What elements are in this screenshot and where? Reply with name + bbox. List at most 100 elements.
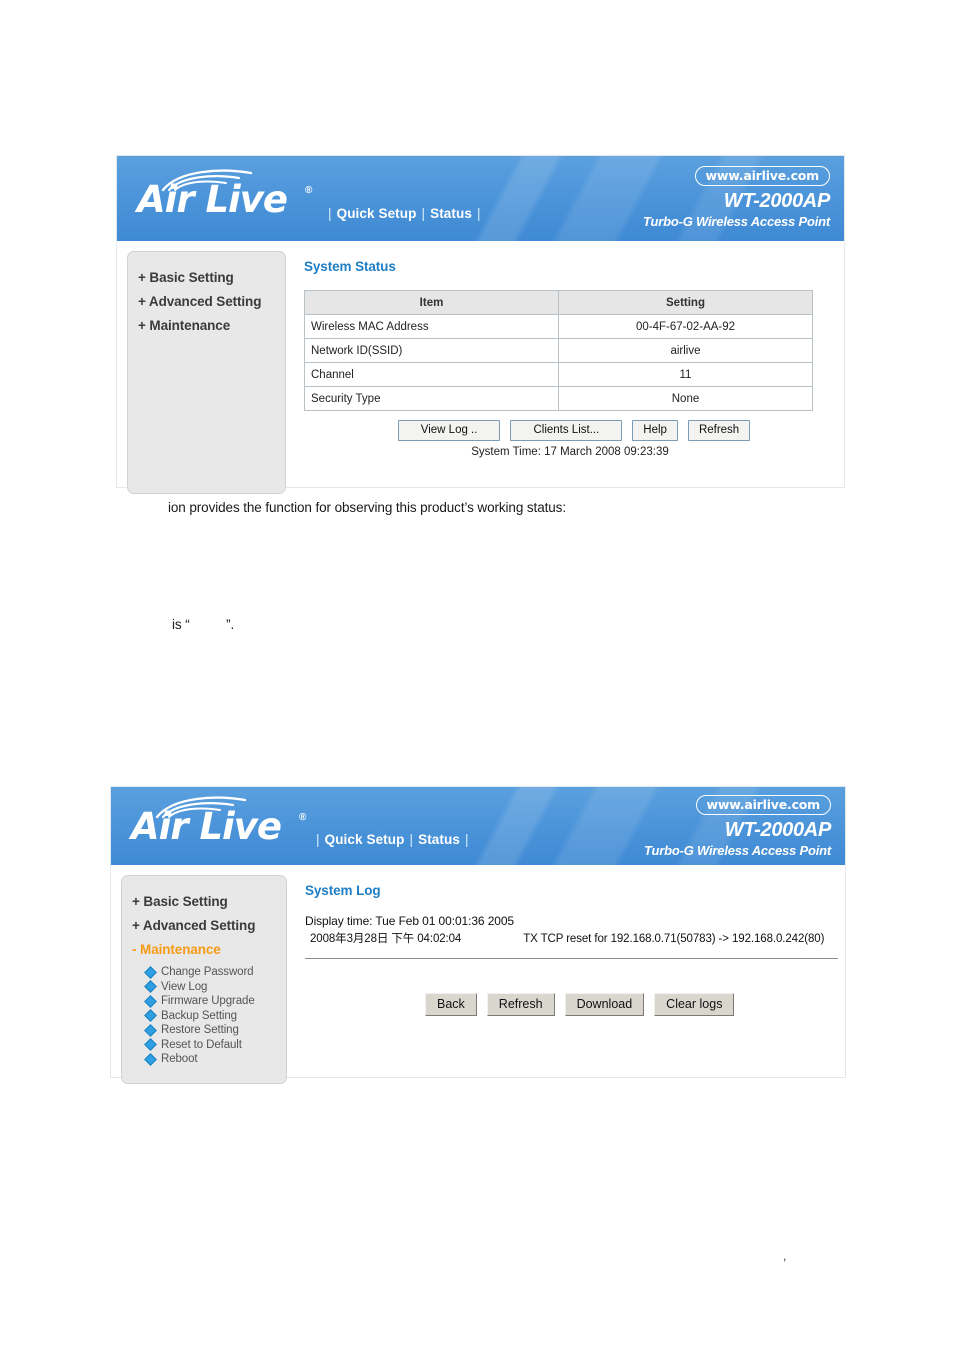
airlive-logo: Air Live ® [131, 795, 331, 857]
nav-separator-right: | [476, 206, 481, 221]
document-paragraph-1: ion provides the function for observing … [168, 500, 566, 515]
status-sidebar: + Basic Setting + Advanced Setting + Mai… [127, 251, 286, 494]
header-branding-right: www.airlive.com WT-2000AP Turbo-G Wirele… [643, 166, 830, 229]
view-log-button[interactable]: View Log .. [397, 420, 501, 441]
table-row: Wireless MAC Address 00-4F-67-02-AA-92 [304, 314, 813, 339]
clear-logs-button[interactable]: Clear logs [654, 993, 735, 1016]
log-display-time: Display time: Tue Feb 01 00:01:36 2005 [305, 914, 515, 928]
nav-separator-mid: | [421, 206, 426, 221]
nav-status[interactable]: Status [430, 206, 472, 221]
sidebar-item-maintenance[interactable]: + Maintenance [138, 318, 285, 333]
row-label-ssid: Network ID(SSID) [304, 338, 559, 363]
model-name: WT-2000AP [724, 819, 832, 841]
system-time-label: System Time: 17 March 2008 09:23:39 [471, 446, 669, 458]
sidebar-item-label: View Log [161, 980, 208, 993]
table-row: Network ID(SSID) airlive [304, 338, 813, 363]
brand-name: Air Live [137, 178, 288, 221]
nav-quick-setup[interactable]: Quick Setup [337, 206, 417, 221]
diamond-bullet-icon [144, 965, 157, 979]
table-header-row: Item Setting [304, 290, 813, 315]
column-header-item: Item [304, 290, 559, 315]
refresh-button[interactable]: Refresh [687, 420, 751, 441]
system-status-panel: Air Live ® | Quick Setup | Status | www.airl… [116, 155, 845, 494]
airlive-url-badge: www.airlive.com [694, 166, 830, 186]
nav-separator-right: | [464, 832, 469, 847]
sidebar-item-backup-setting[interactable]: Backup Setting [144, 1009, 286, 1022]
sidebar-item-basic-setting[interactable]: + Basic Setting [132, 894, 286, 909]
sidebar-item-firmware-upgrade[interactable]: Firmware Upgrade [144, 994, 286, 1008]
sidebar-item-basic-setting[interactable]: + Basic Setting [138, 270, 285, 285]
nav-quick-setup[interactable]: Quick Setup [325, 832, 405, 847]
nav-status[interactable]: Status [418, 832, 460, 847]
log-content: System Log Display time: Tue Feb 01 00:0… [287, 875, 845, 1078]
sidebar-item-label: Reset to Default [161, 1038, 242, 1051]
page-title-system-log: System Log [305, 883, 381, 898]
table-row: Security Type None [304, 386, 813, 411]
back-button[interactable]: Back [425, 993, 477, 1016]
status-body: + Basic Setting + Advanced Setting + Mai… [117, 241, 844, 494]
model-description: Turbo-G Wireless Access Point [644, 843, 831, 858]
maintenance-submenu: Change Password View Log Firmware Upgrad… [144, 965, 286, 1066]
sidebar-item-restore-setting[interactable]: Restore Setting [144, 1023, 286, 1037]
clients-list-button[interactable]: Clients List... [510, 420, 623, 441]
column-header-setting: Setting [558, 290, 813, 315]
airlive-logo: Air Live ® [137, 168, 337, 230]
registered-trademark-icon: ® [299, 812, 307, 823]
sidebar-item-label: Restore Setting [161, 1024, 239, 1036]
page-title-system-status: System Status [304, 259, 396, 274]
brand-name: Air Live [131, 805, 282, 848]
row-value-security-type: None [558, 386, 813, 411]
status-content: System Status Item Setting Wireless MAC … [286, 251, 844, 488]
sidebar-item-advanced-setting[interactable]: + Advanced Setting [138, 294, 285, 309]
diamond-bullet-icon [144, 1009, 157, 1022]
system-log-panel: Air Live ® | Quick Setup | Status | www.airl… [110, 786, 846, 1084]
sidebar-item-label: Reboot [161, 1053, 198, 1065]
diamond-bullet-icon [144, 994, 157, 1008]
nav-separator-left: | [328, 206, 332, 221]
sidebar-item-view-log[interactable]: View Log [144, 980, 286, 993]
registered-trademark-icon: ® [305, 185, 313, 196]
row-label-channel: Channel [304, 362, 559, 387]
model-name: WT-2000AP [723, 190, 831, 212]
sidebar-item-reboot[interactable]: Reboot [144, 1052, 286, 1066]
header-nav-log: | Quick Setup | Status | [311, 832, 474, 847]
download-button[interactable]: Download [564, 993, 645, 1016]
row-value-channel: 11 [558, 362, 813, 387]
sidebar-item-reset-to-default[interactable]: Reset to Default [144, 1038, 286, 1051]
header-nav-status: | Quick Setup | Status | [323, 206, 486, 221]
diamond-bullet-icon [144, 980, 157, 993]
row-value-wireless-mac: 00-4F-67-02-AA-92 [558, 314, 813, 339]
row-label-wireless-mac: Wireless MAC Address [304, 314, 559, 339]
help-button[interactable]: Help [632, 420, 678, 441]
model-description: Turbo-G Wireless Access Point [643, 214, 830, 229]
sidebar-item-label: Firmware Upgrade [161, 995, 255, 1007]
log-divider [305, 958, 838, 959]
row-value-ssid: airlive [558, 338, 813, 363]
sidebar-item-label: Change Password [161, 966, 254, 978]
router-header-status: Air Live ® | Quick Setup | Status | www.airl… [117, 156, 844, 241]
log-entry-message: TX TCP reset for 192.168.0.71(50783) -> … [523, 933, 825, 945]
system-status-table: Item Setting Wireless MAC Address 00-4F-… [304, 290, 813, 411]
row-label-security-type: Security Type [304, 386, 559, 411]
log-entry-timestamp: 2008年3月28日 下午 04:02:04 [310, 933, 462, 945]
sidebar-item-advanced-setting[interactable]: + Advanced Setting [132, 918, 286, 933]
diamond-bullet-icon [144, 1038, 157, 1051]
nav-separator-mid: | [409, 832, 414, 847]
log-sidebar: + Basic Setting + Advanced Setting - Mai… [121, 875, 287, 1084]
airlive-url-badge: www.airlive.com [695, 795, 831, 815]
diamond-bullet-icon [144, 1023, 157, 1037]
header-branding-right: www.airlive.com WT-2000AP Turbo-G Wirele… [644, 795, 831, 858]
log-button-row: Back Refresh Download Clear logs [305, 993, 845, 1016]
router-header-log: Air Live ® | Quick Setup | Status | www.airl… [111, 787, 845, 865]
sidebar-item-change-password[interactable]: Change Password [144, 965, 286, 979]
table-row: Channel 11 [304, 362, 813, 387]
document-paragraph-2: is “ ”. [172, 617, 235, 632]
status-button-row: View Log .. Clients List... Help Refresh [304, 420, 844, 441]
page-footer-mark: , [783, 1249, 787, 1263]
sidebar-item-label: Backup Setting [161, 1009, 237, 1022]
diamond-bullet-icon [144, 1052, 157, 1066]
nav-separator-left: | [316, 832, 320, 847]
log-body: + Basic Setting + Advanced Setting - Mai… [111, 865, 845, 1084]
refresh-button[interactable]: Refresh [486, 993, 555, 1016]
sidebar-item-maintenance[interactable]: - Maintenance [132, 942, 286, 957]
